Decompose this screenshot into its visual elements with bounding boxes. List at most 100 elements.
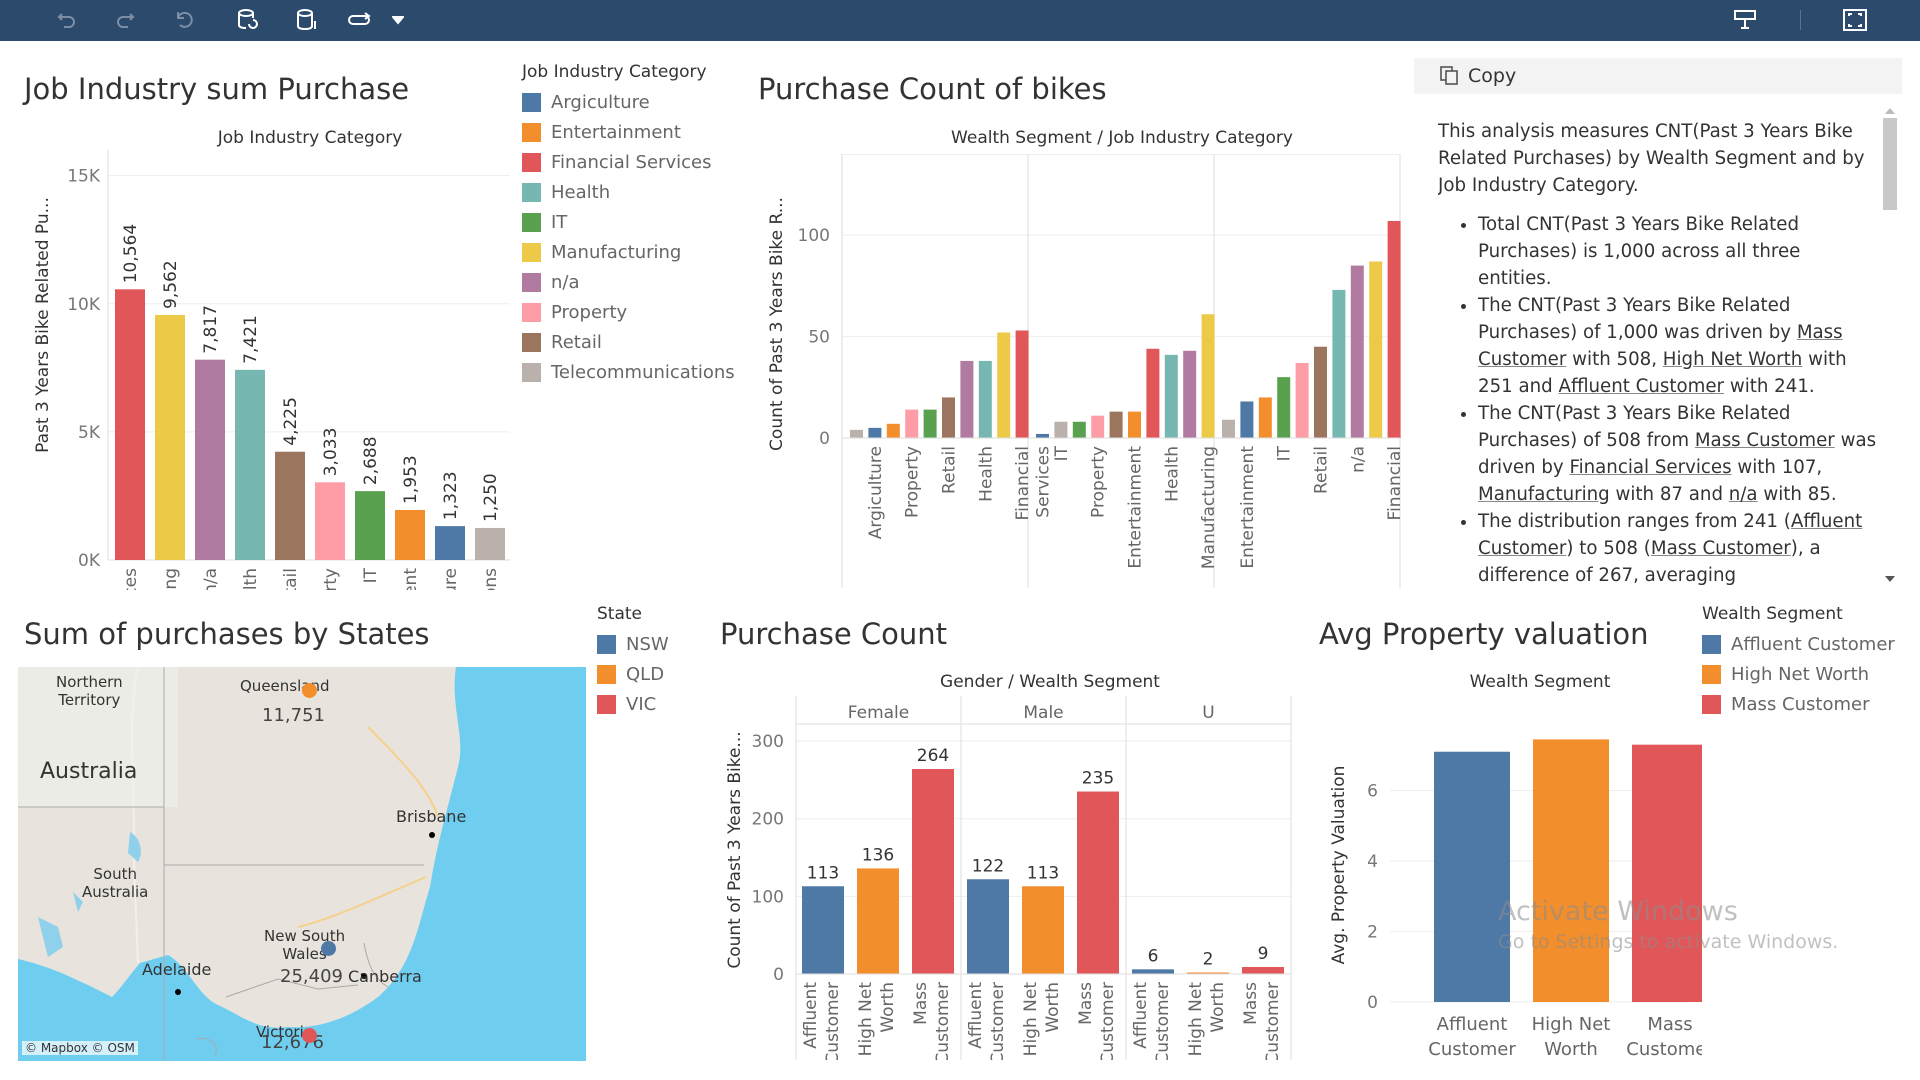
job-industry-chart: 0K 5K 10K 15K Past 3 Years Bike Related Pu..… (33, 150, 510, 590)
y-tick-label: 0 (773, 965, 784, 985)
x-tick-label: Retail (940, 446, 960, 494)
legend-swatch (522, 92, 541, 112)
job-industry-legend-item[interactable]: Financial Services (522, 147, 735, 177)
data-label: 6 (1148, 946, 1159, 966)
data-label: 7,817 (201, 305, 221, 354)
presentation-mode-icon[interactable] (1730, 6, 1760, 34)
purchase-bikes-header: Wealth Segment / Job Industry Category (951, 128, 1293, 148)
map-attribution[interactable]: © Mapbox © OSM (22, 1041, 138, 1055)
legend-label: High Net Worth (1731, 663, 1870, 685)
pause-updates-icon[interactable] (292, 6, 322, 34)
legend-label: Telecommunications (551, 361, 735, 383)
summary-text-run: ) to 508 ( (1566, 538, 1651, 559)
x-tick-label: Affluent (1131, 982, 1151, 1049)
copy-button[interactable]: Copy (1414, 58, 1902, 94)
state-marker-qld[interactable] (302, 683, 317, 698)
australia-map[interactable]: Northern Territory Queensland Australia … (18, 667, 586, 1061)
legend-label: VIC (626, 693, 657, 715)
refresh-data-icon[interactable] (232, 6, 262, 34)
wealth-legend-item[interactable]: Mass Customer (1702, 689, 1895, 719)
summary-text-run: with 85. (1757, 484, 1837, 505)
legend-label: NSW (626, 633, 669, 655)
x-tick-label: Affluent (801, 982, 821, 1049)
undo-icon[interactable] (52, 6, 82, 34)
job-industry-legend-item[interactable]: Entertainment (522, 117, 735, 147)
purchase-bikes-chart: 050100Count of Past 3 Years Bike R...Aff… (767, 154, 1402, 588)
summary-link[interactable]: n/a (1729, 484, 1758, 505)
job-industry-legend-item[interactable]: Argiculture (522, 87, 735, 117)
wealth-legend-item[interactable]: High Net Worth (1702, 659, 1895, 689)
revert-icon[interactable] (170, 6, 200, 34)
bar (1132, 969, 1174, 974)
panel-label: Female (848, 703, 909, 723)
state-marker-nsw[interactable] (321, 941, 336, 956)
bar (395, 509, 425, 560)
y-tick-label: 100 (798, 226, 830, 246)
map-label-australia: Australia (40, 759, 138, 784)
bar (960, 360, 974, 438)
job-industry-legend-item[interactable]: Health (522, 177, 735, 207)
job-industry-legend-item[interactable]: Telecommunications (522, 357, 735, 387)
fullscreen-icon[interactable] (1840, 6, 1870, 34)
purchase-count-chart: 0 100 200 300 Count of Past 3 Years Bike... F… (725, 696, 1292, 1060)
data-label: 113 (1027, 863, 1059, 883)
summary-scrollbar[interactable] (1880, 100, 1900, 592)
data-label: 7,421 (241, 315, 261, 364)
job-industry-legend-item[interactable]: Property (522, 297, 735, 327)
bar (1387, 220, 1401, 438)
data-label: 4,225 (281, 397, 301, 446)
dropdown-icon[interactable] (383, 6, 413, 34)
bar (1022, 886, 1064, 974)
job-industry-legend-item[interactable]: n/a (522, 267, 735, 297)
job-industry-legend-item[interactable]: Retail (522, 327, 735, 357)
bar (1164, 354, 1178, 438)
job-industry-legend-item[interactable]: IT (522, 207, 735, 237)
map-label-northern-territory: Northern Territory (56, 673, 123, 709)
x-tick-label: Worth (1043, 982, 1063, 1033)
legend-swatch (522, 122, 541, 142)
bar (1109, 411, 1123, 438)
summary-text-run: The distribution ranges from 241 ( (1478, 511, 1791, 532)
y-axis-title: Count of Past 3 Years Bike R... (767, 197, 787, 451)
bar (1277, 377, 1291, 438)
summary-link[interactable]: Affluent Customer (1559, 376, 1725, 397)
x-tick-label: Customer (1626, 1039, 1702, 1060)
job-industry-legend-item[interactable]: Manufacturing (522, 237, 735, 267)
swap-icon[interactable] (345, 6, 375, 34)
legend-swatch (522, 212, 541, 232)
summary-link[interactable]: Mass Customer (1651, 538, 1791, 559)
x-tick-label: Health (241, 568, 261, 590)
summary-bullet: The distribution ranges from 241 (Afflue… (1478, 508, 1878, 589)
data-label: 136 (862, 845, 894, 865)
x-tick-label: Manufacturing (161, 568, 181, 590)
bar (1242, 967, 1284, 974)
summary-link[interactable]: Financial Services (1569, 457, 1731, 478)
state-legend-item[interactable]: VIC (597, 689, 669, 719)
x-tick-label: Customer (988, 982, 1008, 1060)
x-tick-label: Customer (1098, 982, 1118, 1060)
bar (905, 409, 919, 438)
map-label-adelaide: Adelaide (142, 960, 212, 979)
summary-link[interactable]: Mass Customer (1695, 430, 1835, 451)
bar (942, 397, 955, 438)
state-legend-item[interactable]: QLD (597, 659, 669, 689)
legend-swatch (522, 242, 541, 262)
bar (912, 769, 954, 974)
redo-icon[interactable] (110, 6, 140, 34)
x-tick-label: Worth (1544, 1039, 1598, 1060)
copy-icon (1440, 66, 1458, 86)
state-legend-item[interactable]: NSW (597, 629, 669, 659)
job-industry-title: Job Industry sum Purchase (24, 72, 410, 106)
x-tick-label: n/a (1348, 446, 1368, 473)
x-tick-label: Mass (1241, 982, 1261, 1025)
summary-link[interactable]: High Net Worth (1663, 349, 1802, 370)
bar (275, 451, 305, 560)
wealth-legend-item[interactable]: Affluent Customer (1702, 629, 1895, 659)
state-marker-vic[interactable] (302, 1028, 317, 1043)
summary-link[interactable]: Manufacturing (1478, 484, 1610, 505)
x-tick-label: Argiculture (441, 568, 461, 590)
scroll-up-icon (1885, 108, 1895, 114)
summary-text-run: with 241. (1724, 376, 1815, 397)
y-tick-label: 300 (752, 732, 784, 752)
bar (1146, 348, 1160, 438)
